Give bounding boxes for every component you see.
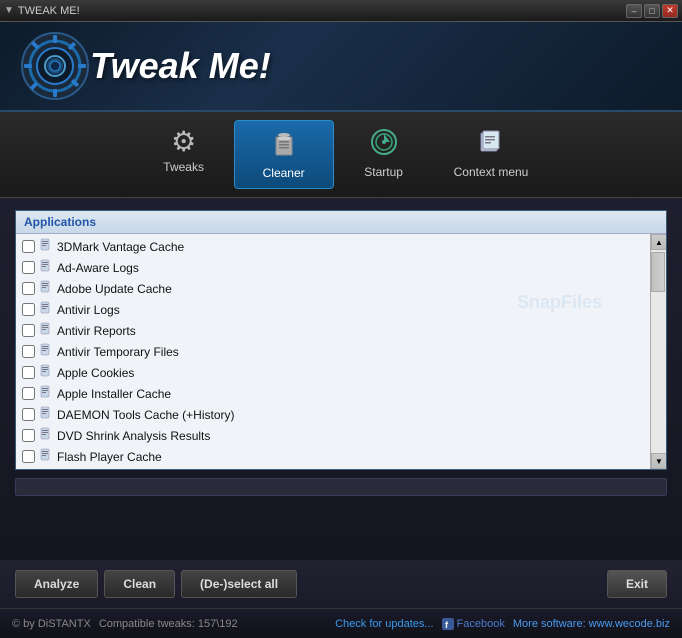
list-item-file-icon bbox=[39, 406, 53, 423]
minimize-button[interactable]: – bbox=[626, 4, 642, 18]
context-menu-icon bbox=[477, 128, 505, 161]
title-bar-text: TWEAK ME! bbox=[18, 5, 80, 17]
list-item-checkbox[interactable] bbox=[22, 450, 35, 463]
list-item-label: DVD Shrink Analysis Results bbox=[57, 429, 210, 443]
tab-tweaks-label: Tweaks bbox=[163, 160, 204, 174]
progress-bar-container bbox=[15, 478, 667, 496]
list-item-label: 3DMark Vantage Cache bbox=[57, 240, 184, 254]
list-item[interactable]: DAEMON Tools Cache (+History) bbox=[16, 404, 650, 425]
tab-tweaks[interactable]: ⚙ Tweaks bbox=[134, 120, 234, 189]
list-item[interactable]: Antivir Logs bbox=[16, 299, 650, 320]
list-item-label: DAEMON Tools Cache (+History) bbox=[57, 408, 235, 422]
list-item-checkbox[interactable] bbox=[22, 429, 35, 442]
list-item-label: Ad-Aware Logs bbox=[57, 261, 139, 275]
tab-context-menu[interactable]: Context menu bbox=[434, 120, 549, 189]
tab-cleaner-label: Cleaner bbox=[263, 166, 305, 180]
list-item[interactable]: Apple Installer Cache bbox=[16, 383, 650, 404]
footer-tweaks-count: Compatible tweaks: 157\192 bbox=[99, 618, 238, 630]
list-item-checkbox[interactable] bbox=[22, 282, 35, 295]
title-bar-left: ▼ TWEAK ME! bbox=[4, 5, 80, 17]
scroll-up-button[interactable]: ▲ bbox=[651, 234, 666, 250]
list-item-file-icon bbox=[39, 364, 53, 381]
facebook-label: Facebook bbox=[457, 618, 505, 630]
list-scrollbar[interactable]: ▲ ▼ bbox=[650, 234, 666, 469]
list-item-file-icon bbox=[39, 238, 53, 255]
list-item-checkbox[interactable] bbox=[22, 303, 35, 316]
list-item-file-icon bbox=[39, 385, 53, 402]
list-item-checkbox[interactable] bbox=[22, 366, 35, 379]
app-logo-icon bbox=[20, 31, 90, 101]
list-item[interactable]: Flash Player Cookies bbox=[16, 467, 650, 469]
list-item-label: Apple Cookies bbox=[57, 366, 134, 380]
clean-button[interactable]: Clean bbox=[104, 570, 175, 598]
list-item[interactable]: 3DMark Vantage Cache bbox=[16, 236, 650, 257]
scrollbar-thumb[interactable] bbox=[651, 252, 665, 292]
list-item-checkbox[interactable] bbox=[22, 261, 35, 274]
more-software-link[interactable]: More software: www.wecode.biz bbox=[513, 618, 670, 630]
list-item-label: Adobe Update Cache bbox=[57, 282, 172, 296]
list-item[interactable]: Antivir Temporary Files bbox=[16, 341, 650, 362]
list-item-label: Antivir Reports bbox=[57, 324, 136, 338]
list-header: Applications bbox=[16, 211, 666, 234]
list-item[interactable]: Adobe Update Cache bbox=[16, 278, 650, 299]
main-content: SnapFiles Applications 3DMark Vantage Ca… bbox=[0, 198, 682, 560]
list-item-label: Antivir Temporary Files bbox=[57, 345, 179, 359]
list-item-checkbox[interactable] bbox=[22, 408, 35, 421]
tweaks-icon: ⚙ bbox=[171, 128, 196, 156]
list-body: 3DMark Vantage Cache Ad-Aware Logs Adobe U… bbox=[16, 234, 666, 469]
list-item-label: Flash Player Cache bbox=[57, 450, 162, 464]
startup-icon bbox=[370, 128, 398, 161]
list-item-checkbox[interactable] bbox=[22, 345, 35, 358]
list-item-file-icon bbox=[39, 280, 53, 297]
list-item-label: Antivir Logs bbox=[57, 303, 120, 317]
maximize-button[interactable]: □ bbox=[644, 4, 660, 18]
list-item-label: Apple Installer Cache bbox=[57, 387, 171, 401]
app-header: Tweak Me! bbox=[0, 22, 682, 112]
applications-list-container: Applications 3DMark Vantage Cache Ad-Awar… bbox=[15, 210, 667, 470]
list-item-file-icon bbox=[39, 259, 53, 276]
deselect-all-button[interactable]: (De-)select all bbox=[181, 570, 297, 598]
check-updates-link[interactable]: Check for updates... bbox=[335, 618, 433, 630]
list-item-checkbox[interactable] bbox=[22, 387, 35, 400]
footer: © by DiSTANTX Compatible tweaks: 157\192… bbox=[0, 608, 682, 638]
list-item-file-icon bbox=[39, 343, 53, 360]
list-item[interactable]: Ad-Aware Logs bbox=[16, 257, 650, 278]
cleaner-icon bbox=[270, 129, 298, 162]
buttons-row: Analyze Clean (De-)select all Exit bbox=[0, 560, 682, 608]
tab-startup[interactable]: Startup bbox=[334, 120, 434, 189]
title-bar-controls: – □ ✕ bbox=[626, 4, 678, 18]
list-item-checkbox[interactable] bbox=[22, 324, 35, 337]
tab-context-menu-label: Context menu bbox=[454, 165, 529, 179]
app-title: Tweak Me! bbox=[90, 45, 271, 87]
facebook-link[interactable]: f Facebook bbox=[442, 618, 505, 630]
tab-cleaner[interactable]: Cleaner bbox=[234, 120, 334, 189]
list-item-file-icon bbox=[39, 301, 53, 318]
nav-tabs: ⚙ Tweaks Cleaner Startup bbox=[0, 112, 682, 198]
close-button[interactable]: ✕ bbox=[662, 4, 678, 18]
facebook-icon: f bbox=[442, 618, 454, 630]
list-item[interactable]: DVD Shrink Analysis Results bbox=[16, 425, 650, 446]
exit-button[interactable]: Exit bbox=[607, 570, 667, 598]
list-item-file-icon bbox=[39, 448, 53, 465]
scroll-down-button[interactable]: ▼ bbox=[651, 453, 666, 469]
list-item-checkbox[interactable] bbox=[22, 240, 35, 253]
tab-startup-label: Startup bbox=[364, 165, 403, 179]
scrollbar-track[interactable] bbox=[651, 250, 666, 453]
footer-copyright: © by DiSTANTX bbox=[12, 618, 91, 630]
list-items[interactable]: 3DMark Vantage Cache Ad-Aware Logs Adobe U… bbox=[16, 234, 650, 469]
list-item-file-icon bbox=[39, 322, 53, 339]
title-bar: ▼ TWEAK ME! – □ ✕ bbox=[0, 0, 682, 22]
list-item[interactable]: Apple Cookies bbox=[16, 362, 650, 383]
analyze-button[interactable]: Analyze bbox=[15, 570, 98, 598]
list-item[interactable]: Antivir Reports bbox=[16, 320, 650, 341]
list-item-file-icon bbox=[39, 427, 53, 444]
list-item[interactable]: Flash Player Cache bbox=[16, 446, 650, 467]
